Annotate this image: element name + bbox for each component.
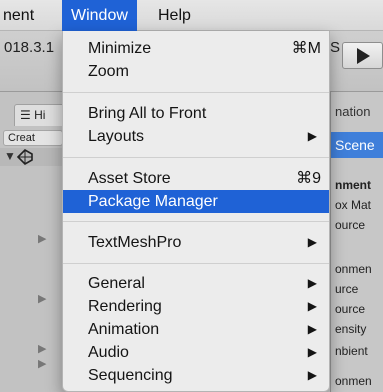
- menu-item-label: Rendering: [88, 298, 162, 315]
- menu-item-label: General: [88, 275, 145, 292]
- submenu-arrow-icon: ▶: [307, 235, 317, 249]
- menubar-item-component[interactable]: nent: [3, 0, 34, 31]
- submenu-arrow-icon: ▶: [307, 368, 317, 382]
- field-label: ource: [335, 218, 366, 232]
- menu-item-minimize[interactable]: Minimize ⌘M: [63, 37, 329, 60]
- field-label: onmen: [335, 262, 372, 276]
- window-menu: Minimize ⌘M Zoom Bring All to Front Layo…: [62, 31, 330, 392]
- menu-item-audio[interactable]: Audio ▶: [63, 341, 329, 364]
- menu-separator: [63, 263, 329, 264]
- menu-item-general[interactable]: General ▶: [63, 272, 329, 295]
- menu-item-package-manager[interactable]: Package Manager: [63, 190, 329, 213]
- submenu-arrow-icon: ▶: [307, 276, 317, 290]
- field-label: ource: [335, 302, 366, 316]
- menu-item-layouts[interactable]: Layouts ▶: [63, 125, 329, 148]
- tree-expand-icon[interactable]: ▶: [38, 292, 46, 305]
- menu-bar: nent Window Help: [0, 0, 383, 31]
- submenu-arrow-icon: ▶: [307, 299, 317, 313]
- play-icon: [357, 48, 370, 64]
- submenu-arrow-icon: ▶: [307, 129, 317, 143]
- tree-expand-icon[interactable]: ▶: [38, 342, 46, 355]
- menu-separator: [63, 221, 329, 222]
- menubar-item-help[interactable]: Help: [158, 0, 191, 31]
- hierarchy-panel: ☰ Hi Creat ▼ ▶ ▶ ▶ ▶: [0, 92, 70, 392]
- menu-item-label: TextMeshPro: [88, 234, 182, 251]
- menu-item-label: Sequencing: [88, 367, 173, 384]
- menu-item-label: Asset Store: [88, 170, 171, 187]
- create-button[interactable]: Creat: [3, 130, 63, 146]
- menu-item-animation[interactable]: Animation ▶: [63, 318, 329, 341]
- field-label: onmen: [335, 374, 372, 388]
- menu-separator: [63, 157, 329, 158]
- scene-row[interactable]: ▼: [0, 148, 70, 166]
- menu-item-label: Layouts: [88, 128, 145, 145]
- field-label: urce: [335, 282, 359, 296]
- version-label: 018.3.1: [4, 39, 55, 56]
- field-label: nbient: [335, 344, 368, 358]
- shortcut-label: ⌘M: [291, 40, 321, 57]
- menu-item-zoom[interactable]: Zoom: [63, 60, 329, 83]
- menu-item-label: Animation: [88, 321, 160, 338]
- shortcut-label: ⌘9: [296, 170, 321, 187]
- unity-scene-icon: [16, 149, 33, 165]
- tab-hierarchy[interactable]: ☰ Hi: [14, 104, 66, 126]
- expand-toggle-icon[interactable]: ▼: [4, 149, 16, 163]
- tree-expand-icon[interactable]: ▶: [38, 357, 46, 370]
- menu-item-label: Bring All to Front: [88, 105, 207, 122]
- menu-item-label: Package Manager: [88, 193, 218, 210]
- submenu-arrow-icon: ▶: [307, 345, 317, 359]
- play-button[interactable]: [342, 42, 383, 69]
- menu-item-label: Zoom: [88, 63, 129, 80]
- menubar-item-window[interactable]: Window: [62, 0, 137, 31]
- menu-item-rendering[interactable]: Rendering ▶: [63, 295, 329, 318]
- tree-expand-icon[interactable]: ▶: [38, 232, 46, 245]
- submenu-arrow-icon: ▶: [307, 322, 317, 336]
- menu-item-label: Minimize: [88, 40, 152, 57]
- menu-item-textmeshpro[interactable]: TextMeshPro ▶: [63, 231, 329, 254]
- menu-item-asset-store[interactable]: Asset Store ⌘9: [63, 167, 329, 190]
- menu-item-bring-all-to-front[interactable]: Bring All to Front: [63, 102, 329, 125]
- tab-animation[interactable]: nation: [331, 104, 370, 119]
- menu-item-sequencing[interactable]: Sequencing ▶: [63, 364, 329, 387]
- tab-scene[interactable]: Scene: [331, 132, 383, 158]
- field-label: ox Mat: [335, 198, 372, 212]
- menu-item-label: Audio: [88, 344, 129, 361]
- menu-separator: [63, 92, 329, 93]
- lighting-panel: nation Scene nment ox Mat ource onmen ur…: [330, 92, 383, 392]
- section-label: nment: [335, 178, 371, 192]
- field-label: ensity: [335, 322, 367, 336]
